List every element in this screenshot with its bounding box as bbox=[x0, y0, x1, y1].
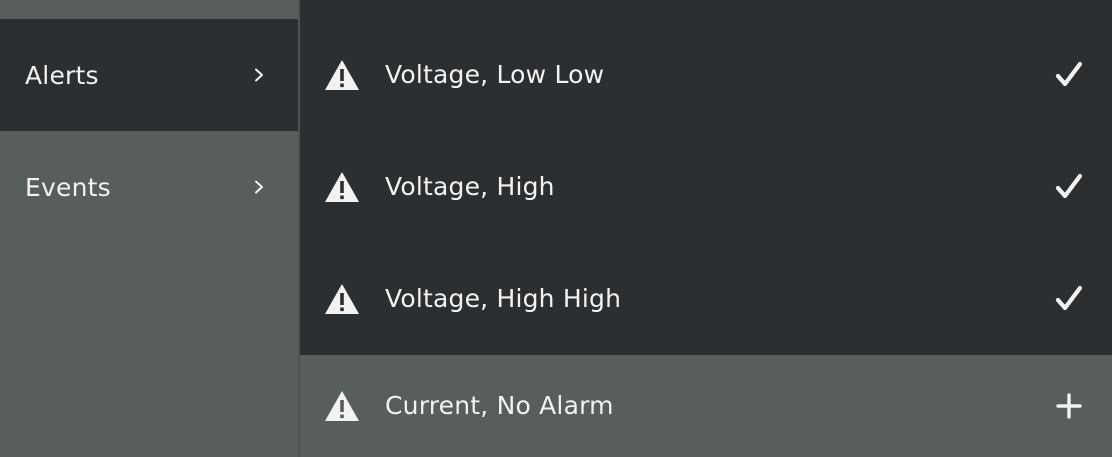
list-item[interactable]: Voltage, High bbox=[300, 131, 1112, 243]
sidebar-item-events[interactable]: Events bbox=[0, 131, 298, 243]
warning-icon bbox=[325, 391, 359, 421]
list-item[interactable]: Current, No Alarm bbox=[300, 355, 1112, 457]
warning-icon bbox=[325, 284, 359, 314]
warning-icon bbox=[325, 172, 359, 202]
alerts-events-panel: Alerts Events Voltage, Low Low Voltage, … bbox=[0, 0, 1112, 457]
list-item[interactable]: Voltage, Low Low bbox=[300, 19, 1112, 131]
check-icon[interactable] bbox=[1054, 284, 1084, 314]
sidebar-item-label: Events bbox=[25, 172, 111, 202]
alert-label: Voltage, High bbox=[385, 171, 555, 201]
chevron-right-icon bbox=[255, 68, 263, 82]
check-icon[interactable] bbox=[1054, 60, 1084, 90]
check-icon[interactable] bbox=[1054, 172, 1084, 202]
alert-label: Voltage, High High bbox=[385, 283, 622, 313]
list-item[interactable]: Voltage, High High bbox=[300, 243, 1112, 355]
sidebar-item-alerts[interactable]: Alerts bbox=[0, 19, 298, 131]
warning-icon bbox=[325, 60, 359, 90]
plus-icon[interactable] bbox=[1054, 391, 1084, 421]
sidebar-item-label: Alerts bbox=[25, 60, 99, 90]
chevron-right-icon bbox=[255, 180, 263, 194]
alert-label: Current, No Alarm bbox=[385, 390, 614, 420]
sidebar: Alerts Events bbox=[0, 0, 298, 457]
alert-label: Voltage, Low Low bbox=[385, 59, 605, 89]
alert-list: Voltage, Low Low Voltage, High Voltage, … bbox=[300, 0, 1112, 457]
